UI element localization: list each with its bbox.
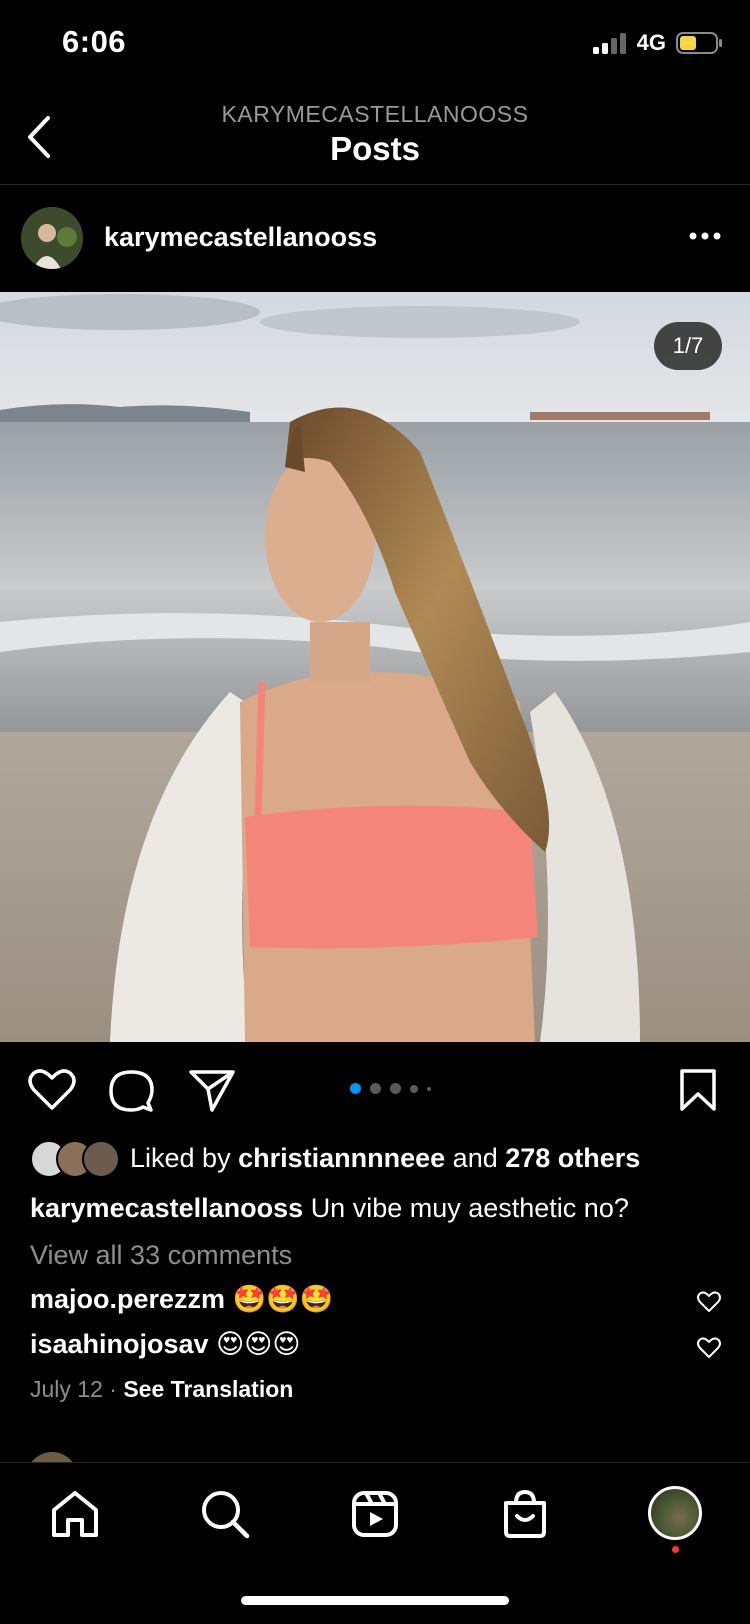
comment-bubble-icon[interactable] <box>108 1068 154 1114</box>
nav-divider <box>0 1462 750 1463</box>
header-divider <box>0 184 750 185</box>
reels-icon[interactable] <box>349 1488 401 1540</box>
likes-user[interactable]: christiannnneee <box>238 1143 445 1173</box>
avatar-photo <box>21 207 83 269</box>
comment-like-heart-icon[interactable] <box>696 1290 722 1314</box>
post-meta: July 12 · See Translation <box>30 1376 293 1403</box>
carousel-indicator <box>350 1083 431 1094</box>
post-image[interactable] <box>0 292 750 1042</box>
profile-avatar-tab[interactable] <box>648 1486 702 1540</box>
post-caption: karymecastellanooss Un vibe muy aestheti… <box>30 1193 629 1224</box>
comment-item: isaahinojosav 😍😍😍 <box>30 1329 301 1360</box>
page-title: Posts <box>330 130 420 167</box>
more-options-icon[interactable] <box>688 228 722 244</box>
post-author-avatar[interactable] <box>21 207 83 269</box>
carousel-dot <box>370 1083 381 1094</box>
view-all-comments-link[interactable]: View all 33 comments <box>30 1240 292 1271</box>
carousel-dot-active <box>350 1083 361 1094</box>
save-bookmark-icon[interactable] <box>678 1068 718 1112</box>
comment-text: 😍😍😍 <box>216 1329 301 1359</box>
share-send-icon[interactable] <box>188 1068 236 1112</box>
likes-others[interactable]: 278 others <box>505 1143 640 1173</box>
battery-icon <box>676 32 722 54</box>
likes-prefix: Liked by <box>130 1143 231 1173</box>
comment-like-heart-icon[interactable] <box>696 1336 722 1360</box>
post-author-username[interactable]: karymecastellanooss <box>104 222 377 253</box>
carousel-dot <box>427 1086 431 1091</box>
comment-username[interactable]: majoo.perezzm <box>30 1284 225 1314</box>
see-translation-link[interactable]: See Translation <box>123 1376 293 1402</box>
liker-avatar <box>82 1140 120 1178</box>
meta-separator: · <box>109 1376 117 1402</box>
notification-dot <box>672 1546 679 1553</box>
liked-by-avatars[interactable] <box>30 1140 120 1178</box>
signal-icon <box>592 33 626 54</box>
post-date: July 12 <box>30 1376 103 1402</box>
image-counter-badge: 1/7 <box>654 322 722 370</box>
home-indicator[interactable] <box>241 1596 509 1605</box>
shop-icon[interactable] <box>499 1488 551 1540</box>
status-indicators: 4G <box>592 30 722 56</box>
home-icon[interactable] <box>49 1488 101 1540</box>
status-time: 6:06 <box>62 24 127 59</box>
network-label: 4G <box>636 30 666 55</box>
likes-middle: and <box>452 1143 498 1173</box>
comment-username[interactable]: isaahinojosav <box>30 1329 209 1359</box>
carousel-dot <box>390 1083 401 1094</box>
carousel-dot <box>410 1084 418 1093</box>
caption-username[interactable]: karymecastellanooss <box>30 1193 303 1223</box>
likes-summary[interactable]: Liked by christiannnneee and 278 others <box>130 1143 640 1174</box>
beach-portrait-illustration <box>0 292 750 1042</box>
header-username: KARYMECASTELLANOOSS <box>221 101 529 127</box>
search-icon[interactable] <box>199 1488 251 1540</box>
like-heart-icon[interactable] <box>28 1068 76 1112</box>
caption-text: Un vibe muy aesthetic no? <box>310 1193 629 1223</box>
comment-text: 🤩🤩🤩 <box>232 1284 334 1314</box>
comment-item: majoo.perezzm 🤩🤩🤩 <box>30 1283 333 1315</box>
